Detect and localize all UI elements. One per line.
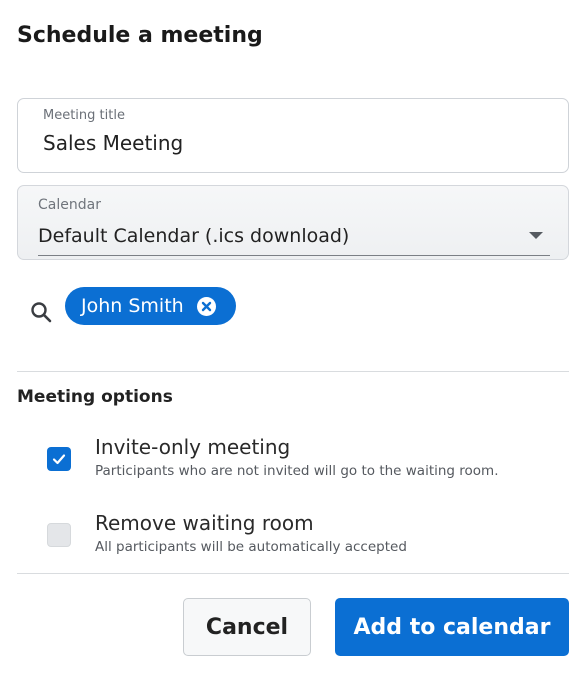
invite-only-title[interactable]: Invite-only meeting xyxy=(95,435,290,459)
actions-divider xyxy=(17,573,569,574)
section-divider xyxy=(17,371,569,372)
participant-chip-label: John Smith xyxy=(81,295,184,317)
meeting-title-label: Meeting title xyxy=(43,108,125,123)
search-icon[interactable] xyxy=(29,300,53,324)
calendar-underline xyxy=(38,255,550,256)
meeting-options-heading: Meeting options xyxy=(17,387,173,407)
dialog-title: Schedule a meeting xyxy=(17,23,263,48)
cancel-button[interactable]: Cancel xyxy=(183,598,311,656)
add-to-calendar-button[interactable]: Add to calendar xyxy=(335,598,569,656)
invite-only-checkbox[interactable] xyxy=(47,447,71,471)
meeting-title-field[interactable]: Meeting title Sales Meeting xyxy=(17,98,569,173)
participant-chip[interactable]: John Smith xyxy=(65,287,236,325)
calendar-selected-value[interactable]: Default Calendar (.ics download) xyxy=(38,225,349,247)
invite-only-description: Participants who are not invited will go… xyxy=(95,463,499,479)
calendar-label: Calendar xyxy=(38,197,101,213)
remove-waiting-room-title[interactable]: Remove waiting room xyxy=(95,511,314,535)
close-circle-icon[interactable] xyxy=(197,297,216,316)
remove-waiting-room-description: All participants will be automatically a… xyxy=(95,539,407,555)
meeting-title-input[interactable]: Sales Meeting xyxy=(43,131,183,155)
calendar-select[interactable]: Calendar Default Calendar (.ics download… xyxy=(17,185,569,260)
dropdown-arrow-icon[interactable] xyxy=(529,232,543,239)
remove-waiting-room-checkbox[interactable] xyxy=(47,523,71,547)
